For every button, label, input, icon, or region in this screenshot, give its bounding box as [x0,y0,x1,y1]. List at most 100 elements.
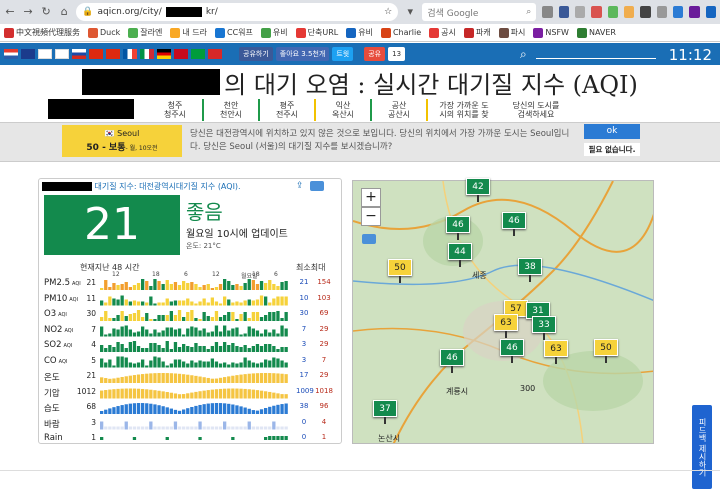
seoul-suggestion[interactable]: 🇰🇷 Seoul 50 - 보통- 월, 10오전 [62,125,182,157]
flag-icon[interactable] [21,49,35,59]
city-tab[interactable]: 가장 가까운 도 시의 위치를 찾 [428,99,500,121]
star-icon[interactable]: ☆ [384,7,392,17]
city-tab[interactable]: 평주 전주시 [260,99,316,121]
share-icon[interactable]: ⇪ [296,181,304,191]
map-aqi-marker[interactable]: 46 [446,216,470,233]
home-icon[interactable]: ⌂ [58,5,70,19]
profile-icon[interactable] [705,6,717,18]
extension-icon-2[interactable] [591,6,602,18]
flag-icon[interactable] [174,49,188,59]
ok-button[interactable]: ok [584,124,640,139]
map-aqi-marker[interactable]: 33 [532,316,556,333]
site-search-input[interactable] [536,58,656,59]
tweet-button[interactable]: 트윗 [332,47,354,61]
history-bar [214,361,219,368]
reload-icon[interactable]: ↻ [40,5,52,19]
history-bar [255,344,260,352]
feedback-button[interactable]: 피드백 제시하기 [692,405,712,489]
row-max-value: 29 [319,324,329,333]
no-thanks-button[interactable]: 필요 없습니다. [584,143,640,156]
bookmark-item[interactable]: 공시 [429,27,456,38]
bookmark-item[interactable]: 유비 [260,27,288,38]
facebook-share-button[interactable]: 공유하기 [239,47,273,61]
extension-icon-7[interactable] [673,6,684,18]
city-tab[interactable]: 청주 청주시 [148,99,204,121]
history-bar [202,328,206,337]
history-bar [214,378,219,383]
map-aqi-marker[interactable]: 50 [388,259,412,276]
bookmark-item[interactable]: NSFW [533,27,569,38]
share-button[interactable]: 공유 [364,47,386,61]
flag-icon[interactable] [208,49,222,59]
row-min-value: 17 [299,371,309,379]
bookmark-item[interactable]: 파캐 [463,27,491,38]
flag-icon[interactable] [55,49,69,59]
bookmark-item[interactable]: NAVER [576,27,616,38]
history-bar [149,333,153,337]
map-aqi-marker[interactable]: 50 [594,339,618,356]
bookmark-item[interactable]: 단축URL [295,27,338,38]
bookmark-item[interactable]: 내 드라 [170,27,207,38]
map-aqi-marker[interactable]: 37 [373,400,397,417]
bookmark-item[interactable]: 中文視頻代理服务 [4,27,80,38]
extension-icon-8[interactable] [689,6,700,18]
bookmark-item[interactable]: Duck [88,27,120,38]
back-icon[interactable]: ← [4,5,16,19]
flag-icon[interactable] [38,49,52,59]
city-tab[interactable]: 공산 공산시 [372,99,428,121]
flag-icon[interactable] [89,49,103,59]
search-icon[interactable]: ⌕ [520,47,527,62]
city-tab[interactable]: 익산 옥산시 [316,99,372,121]
address-bar[interactable]: 🔒 aqicn.org/city/ kr/ ☆ [76,3,399,21]
home-extension-icon[interactable] [542,6,553,18]
forward-icon[interactable]: → [22,5,34,19]
map-aqi-marker[interactable]: 44 [448,243,472,260]
zoom-out-button[interactable]: − [361,207,381,226]
flag-icon[interactable] [123,49,137,59]
history-bar [136,426,141,430]
city-tab[interactable]: 당신의 도시를 검색하세요 [500,99,572,121]
flag-icon[interactable] [106,49,120,59]
map-aqi-marker[interactable]: 46 [500,339,524,356]
widget-icon[interactable] [310,181,324,191]
bookmark-item[interactable]: 잘라엔 [128,27,162,38]
history-bar [198,391,202,399]
layers-icon[interactable] [362,234,376,244]
map-aqi-marker[interactable]: 63 [544,340,568,357]
row-label: SO2 AQI [44,340,72,350]
map-aqi-marker[interactable]: 38 [518,258,542,275]
bookmark-item[interactable]: Charlie [380,27,421,38]
history-bar [223,296,227,306]
map-aqi-marker[interactable]: 42 [466,178,490,195]
bookmark-icon [4,27,14,38]
zoom-in-button[interactable]: + [361,188,381,207]
flag-icon[interactable] [191,49,205,59]
flag-icon[interactable] [72,49,86,59]
facebook-like-button[interactable]: 좋아요 3.5천개 [275,47,330,61]
history-bar [255,373,260,383]
extension-icon-5[interactable] [640,6,651,18]
extension-icon-4[interactable] [624,6,635,18]
extension-icon-3[interactable] [607,6,619,18]
flag-icon[interactable] [4,49,18,59]
flag-icon[interactable] [157,49,171,59]
map-aqi-marker[interactable]: 46 [440,349,464,366]
history-bar [132,313,137,321]
history-bar [284,362,288,368]
flag-icon[interactable] [140,49,154,59]
map-aqi-marker[interactable]: 46 [502,212,526,229]
bookmark-item[interactable]: 유비 [346,27,373,38]
facebook-icon[interactable] [558,6,569,18]
bookmark-item[interactable]: CC워프 [214,27,253,38]
map-aqi-marker[interactable]: 63 [494,314,518,331]
dropdown-icon[interactable]: ▾ [404,5,416,19]
history-bar [161,330,165,337]
history-bar [264,315,268,321]
history-bar [276,426,280,430]
extension-icon-1[interactable] [575,6,586,18]
google-search-box[interactable]: 검색 Google ⌕ [422,3,537,21]
bookmark-item[interactable]: 파시 [498,27,525,38]
city-tab[interactable]: 천안 천안시 [204,99,260,121]
city-tab-line2: 검색하세요 [517,110,555,119]
extension-icon-6[interactable] [656,6,668,18]
